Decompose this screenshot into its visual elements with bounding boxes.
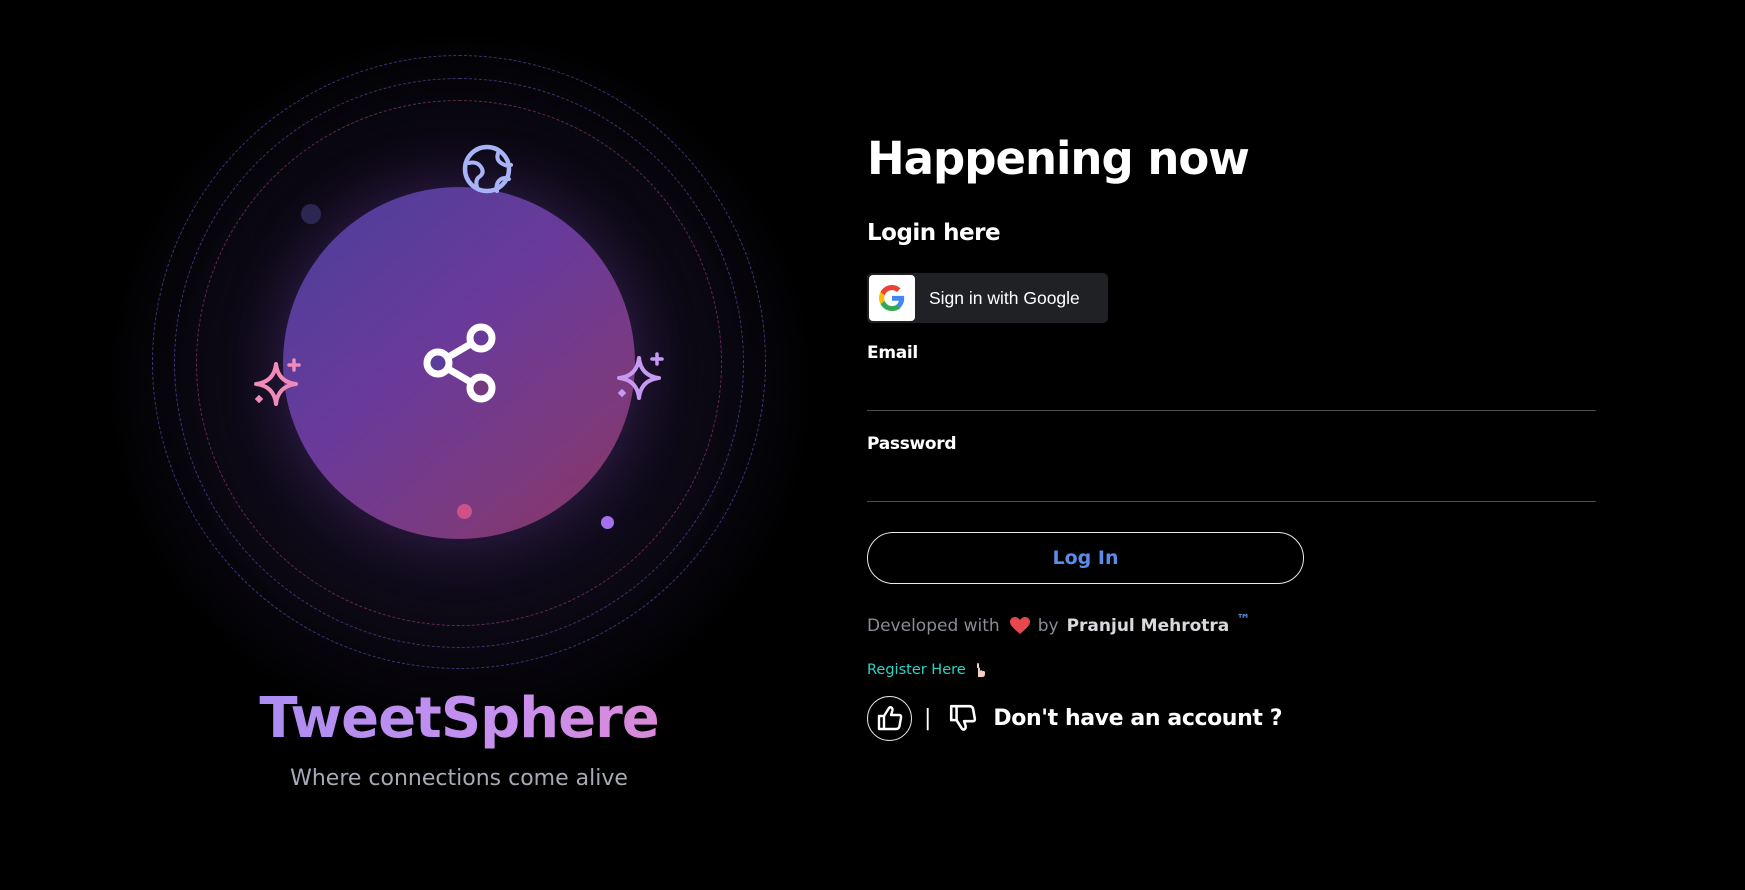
register-link[interactable]: Register Here (867, 662, 988, 678)
credits-author: Pranjul Mehrotra (1066, 616, 1230, 636)
decor-dot (601, 516, 614, 529)
share-icon (423, 323, 496, 403)
brand-tagline: Where connections come alive (290, 766, 628, 791)
login-panel: Happening now Login here Sign in with Go… (867, 0, 1607, 890)
decor-dot (457, 504, 472, 519)
decor-dot (301, 204, 321, 224)
brand-name: TweetSphere (200, 684, 718, 754)
account-prompt-row: | Don't have an account ? (867, 695, 1282, 741)
hero-panel: TweetSphere Where connections come alive (0, 0, 860, 890)
password-field[interactable] (867, 466, 1596, 502)
email-label: Email (867, 343, 918, 363)
heart-icon (1009, 617, 1030, 634)
thumbs-up-icon (877, 706, 902, 731)
thumbs-down-button[interactable] (945, 700, 981, 736)
google-signin-button[interactable]: Sign in with Google (867, 273, 1108, 323)
password-label: Password (867, 434, 957, 454)
page-title: Happening now (867, 132, 1250, 185)
register-link-label: Register Here (867, 662, 966, 678)
pointing-hand-icon (976, 663, 985, 677)
google-g-icon (869, 275, 915, 321)
trademark-symbol: ™ (1236, 612, 1251, 628)
sparkle-icon (254, 358, 301, 406)
login-subheading: Login here (867, 220, 1001, 246)
account-prompt: Don't have an account ? (993, 705, 1283, 731)
credits-line: Developed with by Pranjul Mehrotra ™ (867, 612, 1250, 636)
thumbs-down-icon (950, 704, 977, 731)
email-field[interactable] (867, 375, 1596, 411)
credits-prefix: Developed with (867, 616, 1000, 636)
thumbs-up-button[interactable] (867, 695, 912, 741)
google-signin-label: Sign in with Google (929, 287, 1080, 308)
separator: | (924, 705, 932, 731)
globe-icon (462, 144, 513, 194)
login-button[interactable]: Log In (867, 532, 1304, 584)
sparkle-icon (617, 352, 664, 400)
credits-by: by (1037, 616, 1059, 636)
